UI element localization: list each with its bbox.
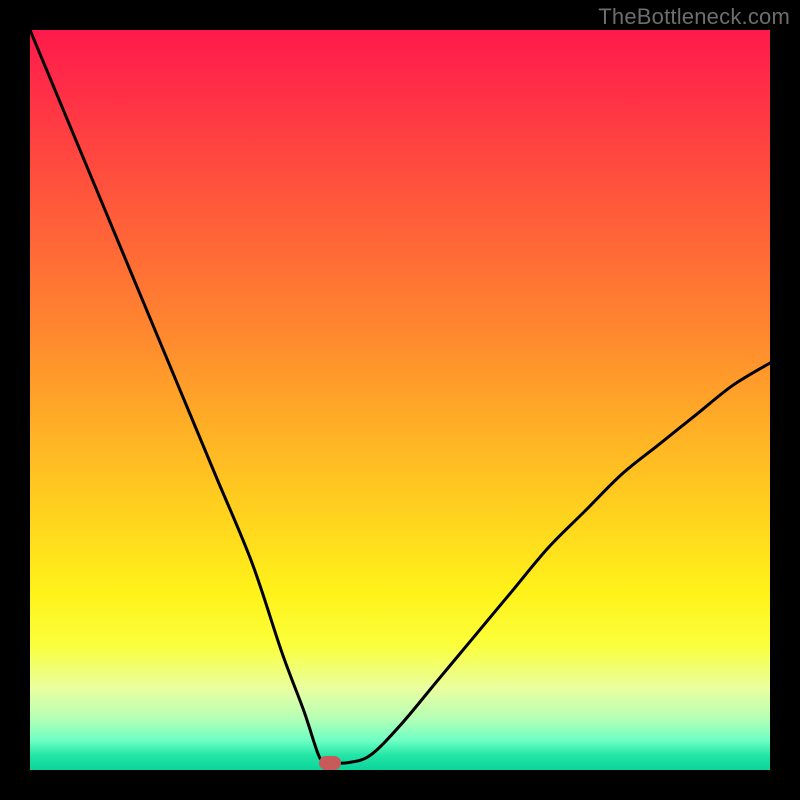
minimum-marker — [319, 756, 341, 770]
chart-stage: TheBottleneck.com — [0, 0, 800, 800]
bottleneck-curve — [30, 30, 770, 770]
plot-area — [30, 30, 770, 770]
watermark-text: TheBottleneck.com — [598, 4, 790, 30]
